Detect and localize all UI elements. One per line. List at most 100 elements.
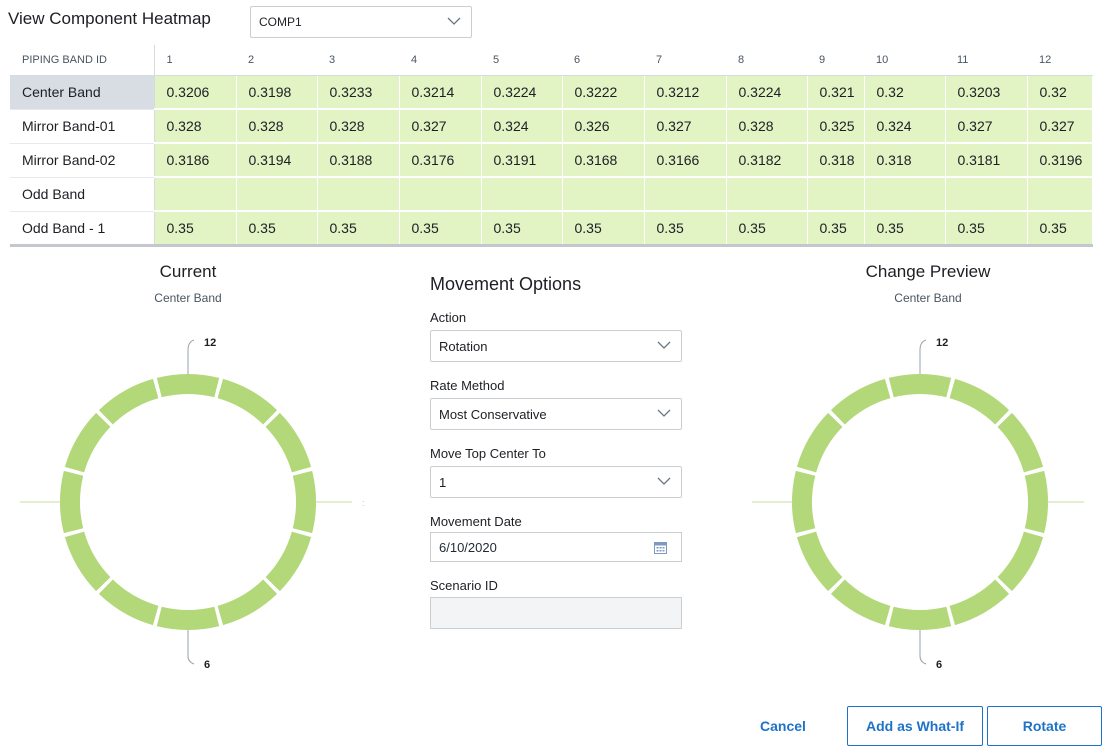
heatmap-cell[interactable] [481,177,563,212]
heatmap-cell[interactable]: 0.3222 [562,75,645,110]
heatmap-cell[interactable]: 0.3214 [399,75,482,110]
row-header[interactable]: Mirror Band-01 [10,109,155,144]
heatmap-cell[interactable]: 0.3182 [726,143,808,178]
heatmap-cell[interactable]: 0.35 [864,211,946,247]
heatmap-cell[interactable]: 0.35 [317,211,400,247]
heatmap-cell[interactable]: 0.35 [807,211,865,247]
column-header-10[interactable]: 10 [864,45,945,76]
heatmap-cell[interactable]: 0.3224 [481,75,563,110]
heatmap-cell[interactable]: 0.3196 [1027,143,1093,178]
ring-segment[interactable] [796,531,843,592]
ring-segment[interactable] [98,378,159,425]
column-header-8[interactable]: 8 [726,45,807,76]
column-header-3[interactable]: 3 [317,45,399,76]
table-row[interactable]: Mirror Band-01 0.328 0.328 0.328 0.327 0.324 0… [10,109,1093,144]
heatmap-cell[interactable]: 0.3194 [236,143,318,178]
ring-segment[interactable] [949,579,1010,626]
cancel-button[interactable]: Cancel [748,706,818,746]
heatmap-cell[interactable] [807,177,865,212]
ring-segment[interactable] [156,606,220,630]
ring-segment[interactable] [64,412,111,473]
add-as-what-if-button[interactable]: Add as What-If [847,706,983,746]
heatmap-cell[interactable]: 0.35 [562,211,645,247]
action-select[interactable]: Rotation [430,330,682,362]
ring-segment[interactable] [949,378,1010,425]
heatmap-cell[interactable]: 0.326 [562,109,645,144]
column-header-7[interactable]: 7 [644,45,726,76]
heatmap-cell[interactable]: 0.327 [1027,109,1093,144]
heatmap-cell[interactable]: 0.35 [945,211,1028,247]
row-header[interactable]: Odd Band - 1 [10,211,155,247]
heatmap-cell[interactable] [644,177,727,212]
heatmap-cell[interactable]: 0.327 [644,109,727,144]
rotate-button[interactable]: Rotate [987,706,1102,746]
heatmap-cell[interactable]: 0.3198 [236,75,318,110]
heatmap-cell[interactable]: 0.327 [399,109,482,144]
column-header-4[interactable]: 4 [399,45,481,76]
heatmap-cell[interactable]: 0.328 [726,109,808,144]
table-row[interactable]: Mirror Band-02 0.3186 0.3194 0.3188 0.3176 0.… [10,143,1093,178]
heatmap-cell[interactable]: 0.3233 [317,75,400,110]
component-select[interactable]: COMP1 [250,6,472,38]
row-header[interactable]: Center Band [10,75,155,110]
ring-segment[interactable] [792,470,816,534]
row-header[interactable]: Odd Band [10,177,155,212]
ring-segment[interactable] [64,531,111,592]
table-row[interactable]: Odd Band [10,177,1093,212]
heatmap-cell[interactable]: 0.328 [317,109,400,144]
column-header-6[interactable]: 6 [562,45,644,76]
heatmap-cell[interactable]: 0.3168 [562,143,645,178]
heatmap-cell[interactable] [317,177,400,212]
ring-segment[interactable] [59,470,84,534]
heatmap-cell[interactable]: 0.3186 [154,143,237,178]
ring-segment[interactable] [830,378,891,425]
movement-date-field[interactable]: 6/10/2020 [430,532,682,562]
heatmap-cell[interactable]: 0.32 [1027,75,1093,110]
ring-segment[interactable] [265,531,312,592]
heatmap-cell[interactable] [726,177,808,212]
heatmap-cell[interactable]: 0.35 [154,211,237,247]
heatmap-cell[interactable] [154,177,237,212]
column-header-5[interactable]: 5 [481,45,562,76]
heatmap-cell[interactable]: 0.3191 [481,143,563,178]
heatmap-cell[interactable] [864,177,946,212]
table-row[interactable]: Center Band 0.3206 0.3198 0.3233 0.3214 0.322… [10,75,1093,110]
rate-method-select[interactable]: Most Conservative [430,398,682,430]
heatmap-cell[interactable]: 0.3224 [726,75,808,110]
heatmap-cell[interactable]: 0.35 [726,211,808,247]
heatmap-cell[interactable] [399,177,482,212]
table-row[interactable]: Odd Band - 1 0.35 0.35 0.35 0.35 0.35 0.35 0.35… [10,211,1093,247]
heatmap-cell[interactable]: 0.35 [481,211,563,247]
column-header-1[interactable]: 1 [154,45,236,76]
heatmap-cell[interactable] [562,177,645,212]
heatmap-cell[interactable]: 0.321 [807,75,865,110]
ring-segment[interactable] [1024,470,1048,534]
heatmap-cell[interactable]: 0.3181 [945,143,1028,178]
heatmap-cell[interactable]: 0.35 [399,211,482,247]
heatmap-cell[interactable]: 0.3176 [399,143,482,178]
ring-segment[interactable] [888,606,952,630]
heatmap-cell[interactable]: 0.327 [945,109,1028,144]
ring-segment[interactable] [997,412,1044,473]
heatmap-cell[interactable]: 0.3206 [154,75,237,110]
ring-segment[interactable] [888,374,952,398]
ring-segment[interactable] [217,579,278,626]
heatmap-cell[interactable]: 0.32 [864,75,946,110]
heatmap-cell[interactable]: 0.318 [807,143,865,178]
ring-segment[interactable] [796,412,843,473]
row-header[interactable]: Mirror Band-02 [10,143,155,178]
heatmap-cell[interactable] [945,177,1028,212]
heatmap-cell[interactable]: 0.35 [1027,211,1093,247]
ring-segment[interactable] [830,579,891,626]
heatmap-cell[interactable]: 0.3212 [644,75,727,110]
heatmap-cell[interactable]: 0.324 [864,109,946,144]
heatmap-cell[interactable]: 0.35 [236,211,318,247]
heatmap-cell[interactable]: 0.3203 [945,75,1028,110]
column-header-9[interactable]: 9 [807,45,864,76]
heatmap-cell[interactable]: 0.318 [864,143,946,178]
heatmap-cell[interactable]: 0.324 [481,109,563,144]
heatmap-cell[interactable]: 0.328 [154,109,237,144]
heatmap-cell[interactable]: 0.3166 [644,143,727,178]
column-header-12[interactable]: 12 [1027,45,1092,76]
ring-segment[interactable] [156,374,220,398]
